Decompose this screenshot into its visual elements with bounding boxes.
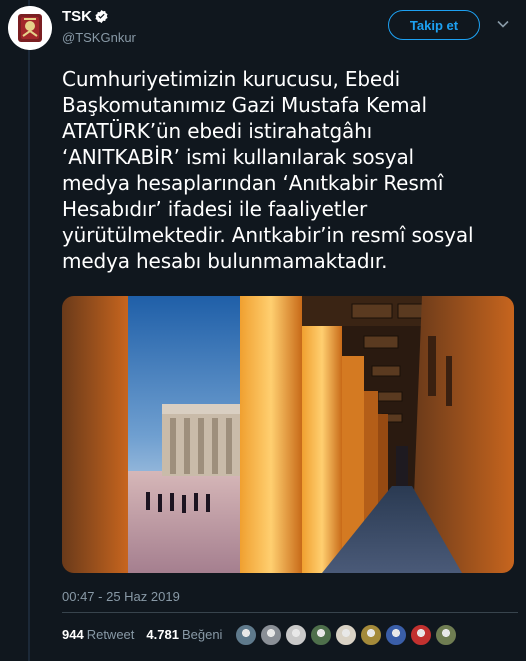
liker-avatar[interactable]: [285, 624, 307, 646]
liker-avatar[interactable]: [410, 624, 432, 646]
tsk-emblem-icon: [8, 6, 52, 50]
liker-avatar[interactable]: [385, 624, 407, 646]
liker-avatar[interactable]: [335, 624, 357, 646]
display-name[interactable]: TSK: [62, 8, 92, 25]
verified-badge-icon: [95, 9, 108, 24]
follow-button[interactable]: Takip et: [388, 10, 480, 40]
tweet-text-line: medya hesaplarından ‘Anıtkabir Resmî: [62, 171, 444, 195]
tweet-photo[interactable]: [62, 296, 514, 573]
tweet-timestamp[interactable]: 00:47 - 25 Haz 2019: [62, 589, 180, 604]
retweet-label: Retweet: [86, 627, 135, 642]
liker-avatar[interactable]: [310, 624, 332, 646]
tweet-text-line: medya hesabı bulunmamaktadır.: [62, 249, 388, 273]
retweet-count: 944: [62, 627, 84, 642]
tweet-text-line: Hesabıdır’ ifadesi ile faaliyetler: [62, 197, 368, 221]
liker-avatars: [235, 624, 457, 646]
liker-avatar[interactable]: [235, 624, 257, 646]
chevron-down-icon[interactable]: [497, 20, 509, 28]
anitkabir-colonnade-photo: [62, 296, 514, 573]
tweet-text-line: Cumhuriyetimizin kurucusu, Ebedi: [62, 67, 401, 91]
user-handle[interactable]: @TSKGnkur: [62, 30, 136, 45]
tweet-text-line: ‘ANITKABİR’ ismi kullanılarak sosyal: [62, 145, 414, 169]
avatar[interactable]: [8, 6, 52, 50]
tweet-text: Cumhuriyetimizin kurucusu, Ebedi Başkomu…: [62, 66, 518, 274]
tweet-text-line: ATATÜRK’ün ebedi istirahatgâhı: [62, 119, 373, 143]
like-count: 4.781: [146, 627, 179, 642]
tweet-stats: 944 Retweet 4.781 Beğeni: [62, 627, 222, 642]
tweet-text-line: Başkomutanımız Gazi Mustafa Kemal: [62, 93, 427, 117]
liker-avatar[interactable]: [260, 624, 282, 646]
liker-avatar[interactable]: [435, 624, 457, 646]
like-stat[interactable]: 4.781 Beğeni: [146, 627, 222, 642]
tweet-card: TSK @TSKGnkur Takip et Cumhuriyetimizin …: [0, 0, 526, 661]
retweet-stat[interactable]: 944 Retweet: [62, 627, 134, 642]
tweet-text-line: yürütülmektedir. Anıtkabir’in resmî sosy…: [62, 223, 474, 247]
liker-avatar[interactable]: [360, 624, 382, 646]
divider: [62, 612, 518, 613]
like-label: Beğeni: [181, 627, 223, 642]
